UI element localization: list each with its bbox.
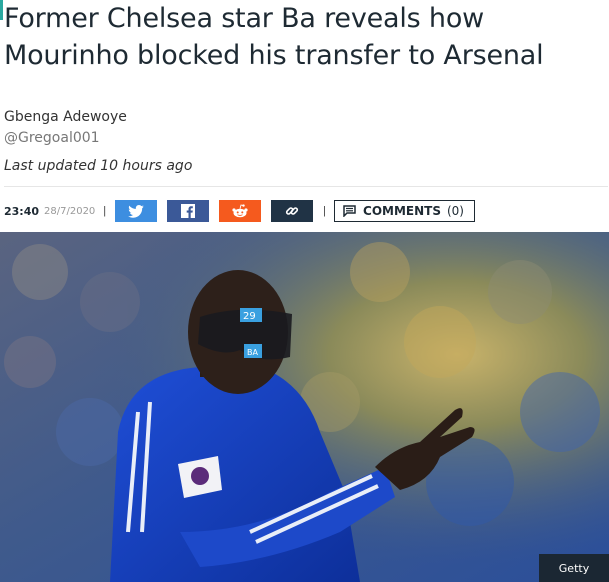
comments-label: COMMENTS <box>363 204 441 218</box>
separator: | <box>323 205 327 217</box>
reddit-icon <box>232 204 248 218</box>
mask-number-badge: 29 <box>243 311 256 322</box>
share-twitter-button[interactable] <box>115 200 158 222</box>
divider <box>4 186 608 187</box>
author-name[interactable]: Gbenga Adewoye <box>4 109 127 125</box>
facebook-icon <box>181 204 196 218</box>
image-credit: Getty <box>539 554 609 582</box>
link-icon <box>286 207 299 215</box>
headline-accent-bar <box>0 0 3 20</box>
article-hero-image: 29 BA Getty <box>0 232 609 582</box>
article-meta-row: 23:40 28/7/2020 | | COMMENTS (0) <box>4 199 475 223</box>
article-headline: Former Chelsea star Ba reveals how Mouri… <box>4 3 544 71</box>
author-handle[interactable]: @Gregoal001 <box>4 130 100 146</box>
share-reddit-button[interactable] <box>219 200 262 222</box>
player-photo: 29 BA <box>0 232 609 582</box>
copy-link-button[interactable] <box>271 200 314 222</box>
comments-count: (0) <box>446 204 464 218</box>
share-facebook-button[interactable] <box>167 200 210 222</box>
separator: | <box>103 205 107 217</box>
publish-date: 28/7/2020 <box>44 205 96 217</box>
comment-icon <box>343 205 356 217</box>
last-updated: Last updated 10 hours ago <box>4 158 193 174</box>
twitter-icon <box>128 204 144 218</box>
comments-button[interactable]: COMMENTS (0) <box>334 200 475 222</box>
publish-time: 23:40 <box>4 204 40 218</box>
mask-letters-badge: BA <box>247 348 258 357</box>
